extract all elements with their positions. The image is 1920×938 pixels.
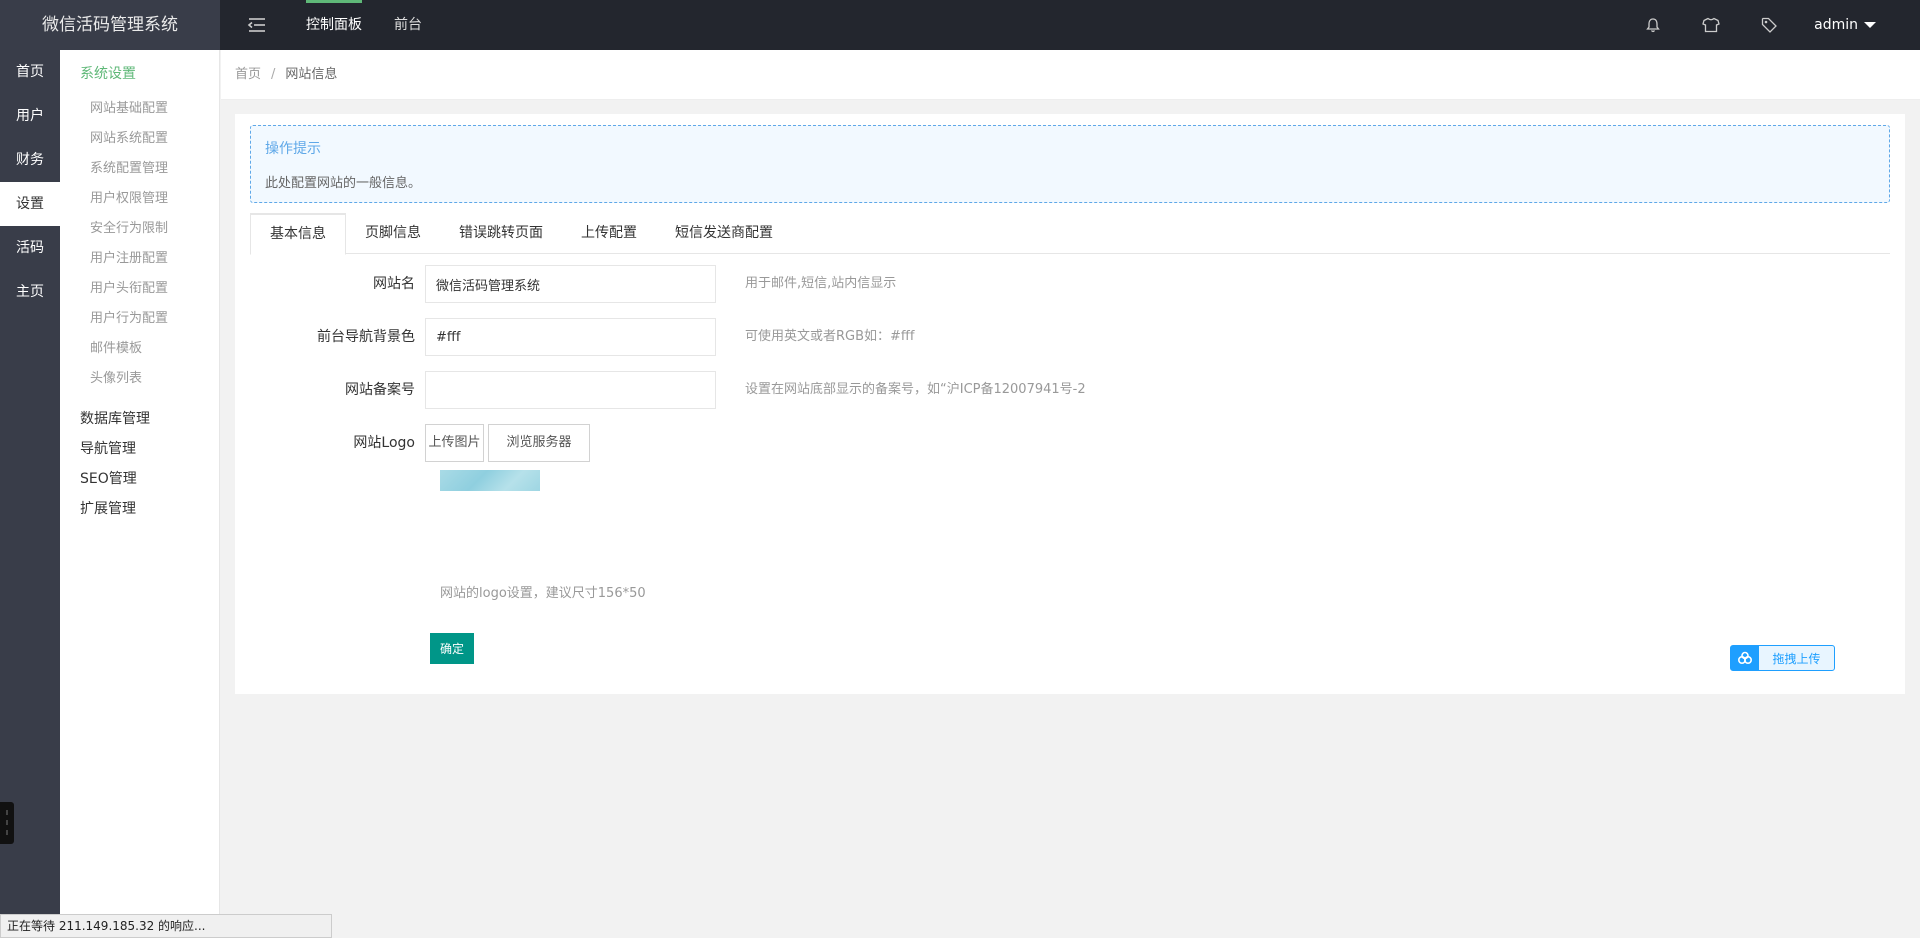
sidebar-section-navigation[interactable]: 导航管理 bbox=[60, 434, 219, 464]
sidebar-item-security-limits[interactable]: 安全行为限制 bbox=[60, 214, 219, 244]
chevron-down-icon bbox=[1864, 22, 1876, 28]
sidebar-item-avatar-list[interactable]: 头像列表 bbox=[60, 364, 219, 394]
top-nav: 控制面板 前台 bbox=[290, 0, 438, 50]
rail-item-settings[interactable]: 设置 bbox=[0, 182, 60, 226]
nav-bg-input[interactable] bbox=[425, 318, 716, 356]
sidebar-item-register-config[interactable]: 用户注册配置 bbox=[60, 244, 219, 274]
theme-shirt-icon[interactable] bbox=[1682, 0, 1740, 50]
floating-widget-handle[interactable] bbox=[0, 802, 14, 844]
logo-preview-image bbox=[440, 470, 540, 491]
nav-bg-label: 前台导航背景色 bbox=[317, 329, 415, 345]
tab-upload-config[interactable]: 上传配置 bbox=[562, 213, 656, 254]
cloud-icon bbox=[1731, 646, 1759, 670]
user-name: admin bbox=[1814, 17, 1858, 33]
module-rail: 首页 用户 财务 设置 活码 主页 bbox=[0, 50, 60, 938]
rail-item-users[interactable]: 用户 bbox=[0, 94, 60, 138]
sidebar-item-site-system[interactable]: 网站系统配置 bbox=[60, 124, 219, 154]
rail-item-finance[interactable]: 财务 bbox=[0, 138, 60, 182]
site-name-hint: 用于邮件,短信,站内信显示 bbox=[745, 276, 897, 291]
sidebar-item-config-manage[interactable]: 系统配置管理 bbox=[60, 154, 219, 184]
logo-label: 网站Logo bbox=[353, 435, 415, 451]
sidebar-item-permissions[interactable]: 用户权限管理 bbox=[60, 184, 219, 214]
sidebar-toggle-icon[interactable] bbox=[246, 15, 268, 35]
breadcrumb-home[interactable]: 首页 bbox=[235, 67, 261, 82]
sidebar-item-user-behavior[interactable]: 用户行为配置 bbox=[60, 304, 219, 334]
site-name-label: 网站名 bbox=[373, 276, 415, 292]
rail-item-home[interactable]: 首页 bbox=[0, 50, 60, 94]
drag-upload-button[interactable]: 拖拽上传 bbox=[1730, 645, 1835, 671]
settings-card: 操作提示 此处配置网站的一般信息。 基本信息 页脚信息 错误跳转页面 上传配置 … bbox=[235, 114, 1905, 694]
icp-input[interactable] bbox=[425, 371, 716, 409]
rail-item-homepage[interactable]: 主页 bbox=[0, 270, 60, 314]
form-row-site-name: 网站名 用于邮件,短信,站内信显示 bbox=[250, 265, 1890, 303]
upload-image-button[interactable]: 上传图片 bbox=[425, 424, 484, 462]
form-row-icp: 网站备案号 设置在网站底部显示的备案号，如“沪ICP备12007941号-2 bbox=[250, 371, 1890, 409]
operation-tip: 操作提示 此处配置网站的一般信息。 bbox=[250, 125, 1890, 203]
top-nav-dashboard[interactable]: 控制面板 bbox=[290, 0, 378, 50]
tab-sms-provider[interactable]: 短信发送商配置 bbox=[656, 213, 792, 254]
sidebar-item-user-titles[interactable]: 用户头衔配置 bbox=[60, 274, 219, 304]
app-title: 微信活码管理系统 bbox=[0, 0, 220, 50]
browse-server-button[interactable]: 浏览服务器 bbox=[488, 424, 590, 462]
tab-error-redirect[interactable]: 错误跳转页面 bbox=[440, 213, 562, 254]
icp-label: 网站备案号 bbox=[345, 382, 415, 398]
logo-hint: 网站的logo设置，建议尺寸156*50 bbox=[440, 586, 646, 601]
sidebar-section-database[interactable]: 数据库管理 bbox=[60, 404, 219, 434]
rail-item-qrcode[interactable]: 活码 bbox=[0, 226, 60, 270]
top-right-tools: admin bbox=[1624, 0, 1920, 50]
icp-hint: 设置在网站底部显示的备案号，如“沪ICP备12007941号-2 bbox=[745, 382, 1086, 397]
browser-status-bar: 正在等待 211.149.185.32 的响应... bbox=[0, 914, 332, 938]
sidebar-section-extensions[interactable]: 扩展管理 bbox=[60, 494, 219, 524]
tab-footer-info[interactable]: 页脚信息 bbox=[346, 213, 440, 254]
nav-bg-hint: 可使用英文或者RGB如：#fff bbox=[745, 329, 915, 344]
top-nav-frontend[interactable]: 前台 bbox=[378, 0, 438, 50]
sidebar-item-mail-templates[interactable]: 邮件模板 bbox=[60, 334, 219, 364]
settings-sidebar: 系统设置 网站基础配置 网站系统配置 系统配置管理 用户权限管理 安全行为限制 … bbox=[60, 50, 220, 938]
breadcrumb-separator: / bbox=[271, 67, 276, 82]
sidebar-section-seo[interactable]: SEO管理 bbox=[60, 464, 219, 494]
tab-basic-info[interactable]: 基本信息 bbox=[250, 213, 346, 255]
tip-title: 操作提示 bbox=[265, 141, 321, 157]
top-bar: 微信活码管理系统 控制面板 前台 admin bbox=[0, 0, 1920, 50]
site-name-input[interactable] bbox=[425, 265, 716, 303]
tag-icon[interactable] bbox=[1740, 0, 1798, 50]
user-menu[interactable]: admin bbox=[1798, 0, 1920, 50]
sidebar-group-title[interactable]: 系统设置 bbox=[60, 64, 219, 94]
bell-icon[interactable] bbox=[1624, 0, 1682, 50]
drag-upload-label: 拖拽上传 bbox=[1772, 651, 1821, 666]
breadcrumb: 首页 / 网站信息 bbox=[221, 50, 1920, 100]
form-row-logo: 网站Logo 上传图片 浏览服务器 bbox=[250, 424, 1890, 462]
tip-description: 此处配置网站的一般信息。 bbox=[265, 176, 422, 191]
form-row-nav-bg: 前台导航背景色 可使用英文或者RGB如：#fff bbox=[250, 318, 1890, 356]
breadcrumb-current: 网站信息 bbox=[285, 67, 338, 82]
sidebar-item-site-basic[interactable]: 网站基础配置 bbox=[60, 94, 219, 124]
settings-tabs: 基本信息 页脚信息 错误跳转页面 上传配置 短信发送商配置 bbox=[250, 213, 1890, 255]
submit-button[interactable]: 确定 bbox=[430, 633, 474, 664]
